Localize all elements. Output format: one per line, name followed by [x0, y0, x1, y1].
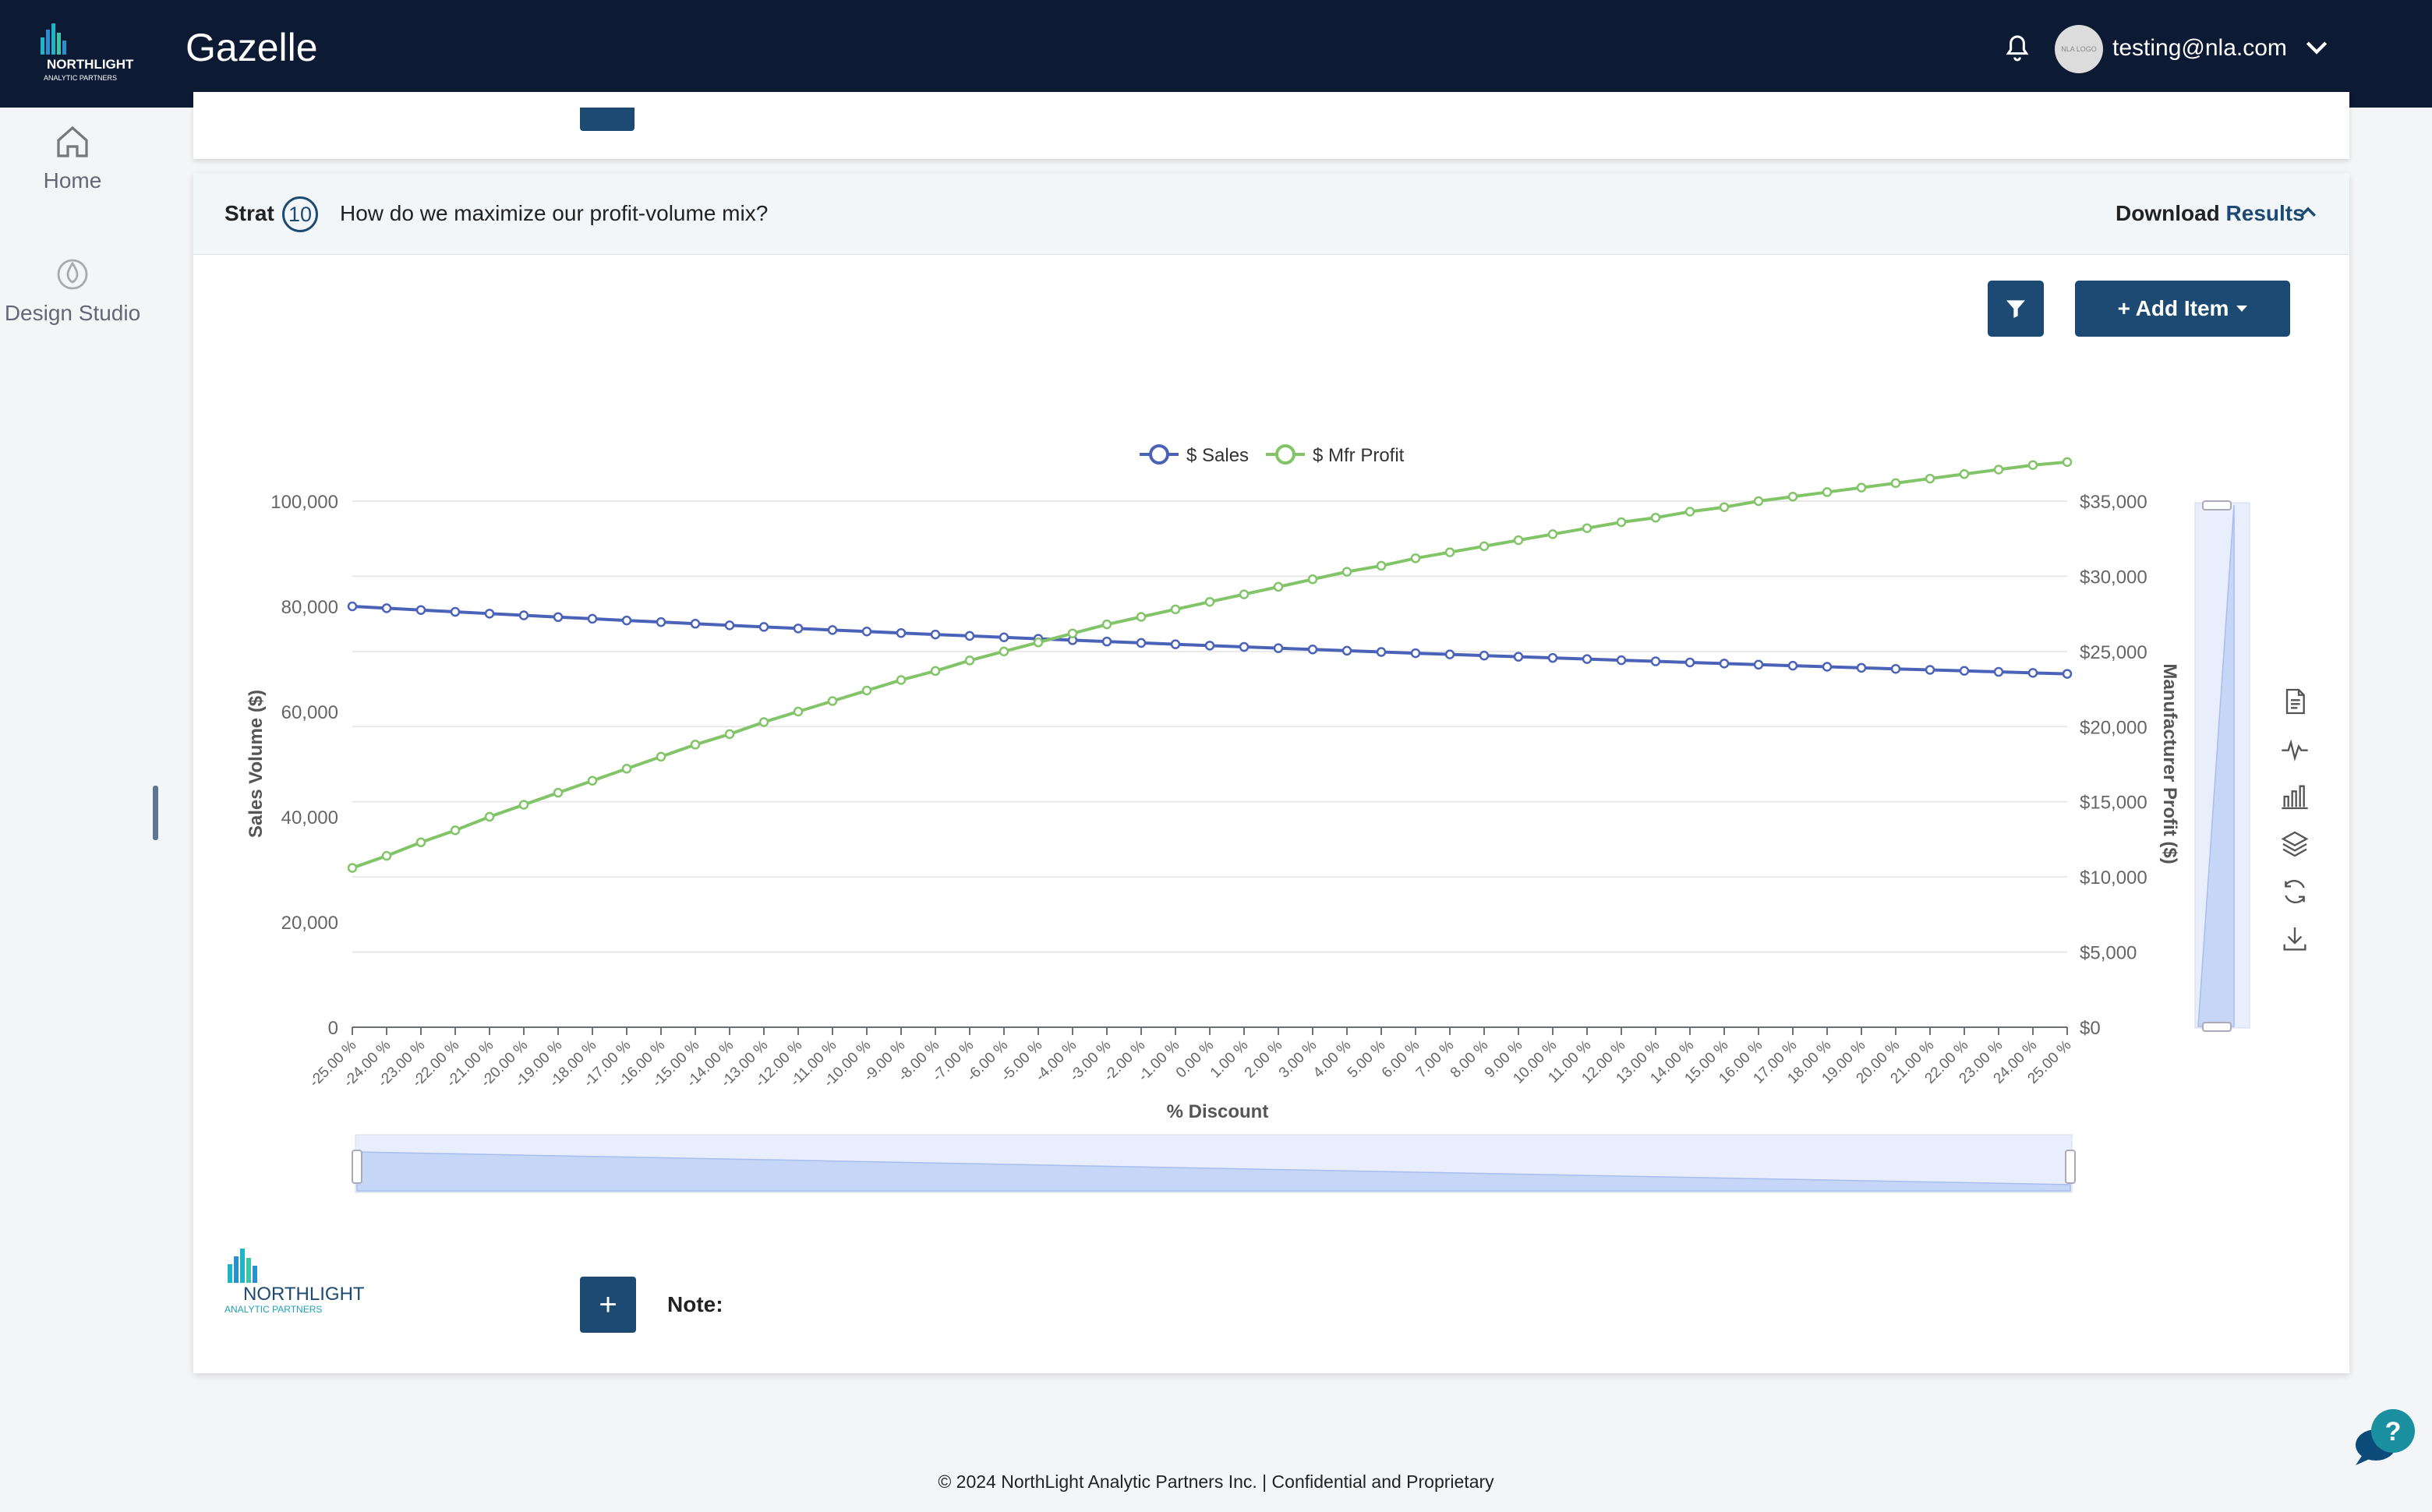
download-results-link[interactable]: Download Results [2116, 196, 2305, 231]
filter-icon [2006, 300, 2025, 318]
strat-card: Strat 10 How do we maximize our profit-v… [193, 173, 2349, 1373]
chevron-down-icon[interactable] [2301, 31, 2332, 62]
download-label: Download [2116, 201, 2220, 225]
sidebar-item-design-studio[interactable]: Design Studio [0, 256, 145, 326]
design-studio-icon [57, 259, 88, 290]
sidebar-item-label: Design Studio [4, 301, 141, 325]
footer-text: © 2024 NorthLight Analytic Partners Inc.… [938, 1471, 1494, 1492]
svg-text:NORTHLIGHT: NORTHLIGHT [47, 57, 134, 72]
previous-card [193, 92, 2349, 159]
data-view-icon[interactable] [2279, 686, 2310, 717]
northlight-logo[interactable]: NORTHLIGHT ANALYTIC PARTNERS [36, 20, 153, 83]
add-note-button[interactable]: + [580, 1277, 636, 1333]
sidebar-item-label: Home [43, 168, 102, 193]
app-title: Gazelle [186, 26, 318, 69]
logo-text: NORTHLIGHT [243, 1284, 365, 1305]
previous-card-button[interactable] [580, 108, 635, 131]
strat-question: How do we maximize our profit-volume mix… [340, 201, 769, 225]
note-label: Note: [667, 1292, 723, 1316]
add-item-button[interactable]: + Add Item [2075, 281, 2290, 337]
sidebar-item-home[interactable]: Home [0, 123, 145, 193]
caret-down-icon [2236, 306, 2248, 312]
user-email[interactable]: testing@nla.com [2112, 31, 2287, 65]
chevron-up-icon[interactable] [2296, 201, 2320, 224]
stack-icon[interactable] [2279, 828, 2310, 860]
download-icon[interactable] [2279, 924, 2310, 955]
sidebar: Home Design Studio [0, 108, 145, 1512]
svg-text:ANALYTIC PARTNERS: ANALYTIC PARTNERS [44, 74, 117, 82]
bar-chart-icon[interactable] [2279, 781, 2310, 812]
northlight-logo: NORTHLIGHT ANALYTIC PARTNERS [224, 1249, 365, 1315]
sidebar-resize-handle[interactable] [153, 786, 158, 840]
results-label: Results [2225, 201, 2305, 225]
strat-card-header: Strat 10 How do we maximize our profit-v… [193, 173, 2349, 255]
home-icon [57, 125, 88, 157]
line-chart-icon[interactable] [2279, 733, 2310, 765]
bell-icon[interactable] [2002, 33, 2033, 64]
help-chat-icon[interactable]: ? [2349, 1406, 2420, 1468]
add-item-label: + Add Item [2117, 296, 2229, 320]
strat-number-badge: 10 [282, 196, 318, 232]
restore-icon[interactable] [2279, 876, 2310, 907]
avatar[interactable]: NLA LOGO [2055, 25, 2103, 73]
filter-button[interactable] [1988, 281, 2044, 337]
logo-subtext: ANALYTIC PARTNERS [224, 1304, 322, 1315]
strat-label: Strat [224, 201, 274, 225]
chart-toolbox [2279, 686, 2310, 971]
svg-text:?: ? [2385, 1417, 2402, 1447]
